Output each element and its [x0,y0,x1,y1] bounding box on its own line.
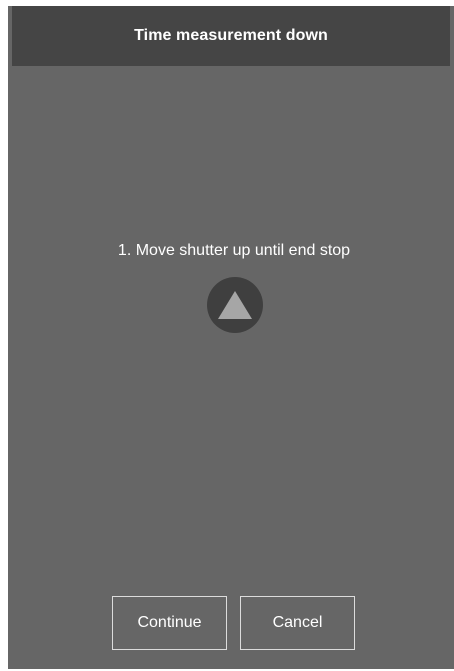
instruction-text: 1. Move shutter up until end stop [117,242,351,259]
triangle-up-icon [218,291,252,319]
cancel-button[interactable]: Cancel [240,596,355,650]
dialog-title: Time measurement down [134,27,328,44]
title-bar: Time measurement down [12,6,450,66]
dialog-window: Time measurement down 1. Move shutter up… [8,6,454,669]
move-up-button[interactable] [207,277,263,333]
continue-button[interactable]: Continue [112,596,227,650]
